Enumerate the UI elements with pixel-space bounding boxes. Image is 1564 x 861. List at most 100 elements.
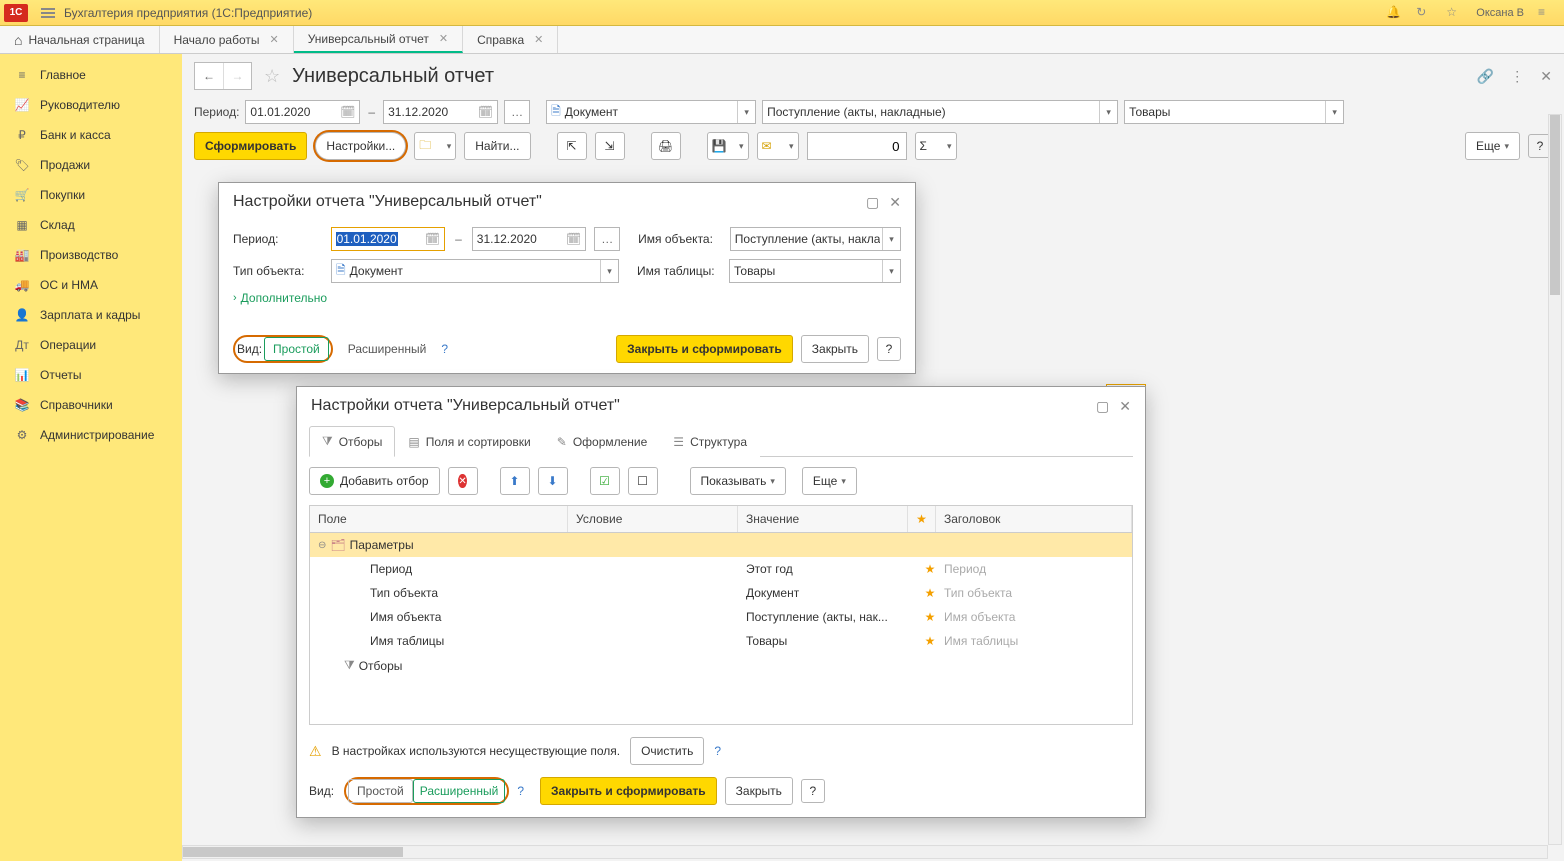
save-settings-button[interactable]: 🗀▾ (414, 132, 456, 160)
tab-start[interactable]: Начало работы✕ (160, 26, 294, 53)
star-icon[interactable]: ★ (916, 634, 944, 648)
view-simple-button[interactable]: Простой (348, 779, 413, 803)
check-all-button[interactable]: ☑ (590, 467, 620, 495)
close-icon[interactable]: ✕ (889, 194, 901, 211)
bell-icon[interactable]: 🔔 (1386, 5, 1402, 21)
chevron-down-icon[interactable]: ▾ (882, 228, 900, 250)
calendar-icon[interactable]: 🗓 (425, 232, 440, 246)
close-button[interactable]: Закрыть (801, 335, 869, 363)
chevron-down-icon[interactable]: ▾ (882, 260, 900, 282)
horizontal-scrollbar[interactable] (182, 845, 1548, 859)
forward-button[interactable]: → (223, 63, 251, 89)
menu-icon[interactable] (38, 5, 58, 21)
close-icon[interactable]: ✕ (269, 33, 278, 46)
table-row-params[interactable]: ⊖🗂Параметры (310, 533, 1132, 557)
chevron-down-icon[interactable]: ▾ (1325, 101, 1343, 123)
tab-help[interactable]: Справка✕ (463, 26, 558, 53)
tab-style[interactable]: ✎Оформление (544, 426, 661, 457)
chevron-down-icon[interactable]: ▾ (600, 260, 618, 282)
move-up-button[interactable]: ⬆ (500, 467, 530, 495)
date-to-input[interactable]: 31.12.2020🗓 (472, 227, 587, 251)
star-icon[interactable]: ★ (916, 562, 944, 576)
table-row-filters[interactable]: ⧩ Отборы (310, 653, 1132, 678)
close-and-generate-button[interactable]: Закрыть и сформировать (616, 335, 793, 363)
sidebar-item-reports[interactable]: 📊Отчеты (0, 360, 182, 390)
scrollbar-thumb[interactable] (183, 847, 403, 857)
expand-button[interactable]: ⇱ (557, 132, 587, 160)
table-name-dropdown[interactable]: Товары▾ (729, 259, 901, 283)
favorite-star-icon[interactable]: ☆ (264, 66, 280, 87)
sidebar-item-manager[interactable]: 📈Руководителю (0, 90, 182, 120)
calendar-icon[interactable]: 🗓 (478, 105, 493, 119)
additional-link[interactable]: ›Дополнительно (233, 291, 327, 305)
chevron-down-icon[interactable]: ▾ (737, 101, 755, 123)
close-button[interactable]: Закрыть (725, 777, 793, 805)
close-icon[interactable]: ✕ (1119, 398, 1131, 415)
sum-button[interactable]: Σ▾ (915, 132, 957, 160)
delete-button[interactable]: ✕ (448, 467, 478, 495)
col-value[interactable]: Значение (738, 506, 908, 532)
sidebar-item-payroll[interactable]: 👤Зарплата и кадры (0, 300, 182, 330)
link-icon[interactable]: 🔗 (1477, 68, 1494, 85)
save-button[interactable]: 💾▾ (707, 132, 749, 160)
find-button[interactable]: Найти... (464, 132, 530, 160)
tab-filters[interactable]: ⧩Отборы (309, 426, 395, 457)
view-advanced-button[interactable]: Расширенный (341, 337, 434, 361)
object-name-dropdown[interactable]: Поступление (акты, накладные)▾ (762, 100, 1118, 124)
email-button[interactable]: ✉▾ (757, 132, 799, 160)
print-button[interactable]: 🖨 (651, 132, 681, 160)
view-advanced-button[interactable]: Расширенный (413, 779, 506, 803)
collapse-button[interactable]: ⇲ (595, 132, 625, 160)
tab-home[interactable]: ⌂Начальная страница (0, 26, 160, 53)
sidebar-item-sales[interactable]: 🏷Продажи (0, 150, 182, 180)
collapse-icon[interactable]: ⊖ (318, 540, 326, 551)
period-picker-button[interactable]: … (504, 100, 530, 124)
add-filter-button[interactable]: +Добавить отбор (309, 467, 440, 495)
date-from-input[interactable]: 01.01.2020🗓 (245, 100, 360, 124)
object-type-dropdown[interactable]: 🗎Документ▾ (331, 259, 619, 283)
star-icon[interactable]: ★ (916, 610, 944, 624)
vertical-scrollbar[interactable] (1548, 114, 1562, 845)
close-icon[interactable]: ✕ (534, 33, 543, 46)
tab-universal-report[interactable]: Универсальный отчет✕ (294, 26, 463, 53)
close-and-generate-button[interactable]: Закрыть и сформировать (540, 777, 717, 805)
date-to-input[interactable]: 31.12.2020🗓 (383, 100, 498, 124)
close-icon[interactable]: ✕ (1540, 68, 1552, 85)
star-icon[interactable]: ☆ (1446, 5, 1462, 21)
kebab-icon[interactable]: ⋮ (1510, 68, 1524, 85)
close-icon[interactable]: ✕ (439, 32, 448, 45)
tab-fields[interactable]: ▤Поля и сортировки (395, 426, 543, 457)
view-simple-button[interactable]: Простой (264, 337, 329, 361)
maximize-icon[interactable]: ▢ (1096, 398, 1109, 415)
sidebar-item-stock[interactable]: ▦Склад (0, 210, 182, 240)
col-star[interactable]: ★ (908, 506, 936, 532)
settings-button[interactable]: Настройки... (315, 132, 406, 160)
sidebar-item-main[interactable]: ≡Главное (0, 60, 182, 90)
show-button[interactable]: Показывать▾ (690, 467, 786, 495)
help-button[interactable]: ? (801, 779, 825, 803)
history-icon[interactable]: ↻ (1416, 5, 1432, 21)
table-row[interactable]: Тип объектаДокумент★Тип объекта (310, 581, 1132, 605)
calendar-icon[interactable]: 🗓 (566, 232, 581, 246)
window-menu-icon[interactable]: ≡ (1538, 5, 1554, 21)
table-row[interactable]: Имя объектаПоступление (акты, нак...★Имя… (310, 605, 1132, 629)
maximize-icon[interactable]: ▢ (866, 194, 879, 211)
scrollbar-thumb[interactable] (1550, 115, 1560, 295)
col-condition[interactable]: Условие (568, 506, 738, 532)
sidebar-item-assets[interactable]: 🚚ОС и НМА (0, 270, 182, 300)
sidebar-item-catalogs[interactable]: 📚Справочники (0, 390, 182, 420)
chevron-down-icon[interactable]: ▾ (1099, 101, 1117, 123)
sidebar-item-bank[interactable]: ₽Банк и касса (0, 120, 182, 150)
user-name[interactable]: Оксана В (1476, 7, 1524, 19)
table-row[interactable]: ПериодЭтот год★Период (310, 557, 1132, 581)
clear-button[interactable]: Очистить (630, 737, 704, 765)
more-button[interactable]: Еще▾ (802, 467, 857, 495)
number-input[interactable] (807, 132, 907, 160)
sidebar-item-production[interactable]: 🏭Производство (0, 240, 182, 270)
table-name-dropdown[interactable]: Товары▾ (1124, 100, 1344, 124)
back-button[interactable]: ← (195, 63, 223, 89)
uncheck-all-button[interactable]: ☐ (628, 467, 658, 495)
object-type-dropdown[interactable]: 🗎Документ▾ (546, 100, 756, 124)
date-from-input[interactable]: 01.01.2020🗓 (331, 227, 446, 251)
sidebar-item-purchases[interactable]: 🛒Покупки (0, 180, 182, 210)
